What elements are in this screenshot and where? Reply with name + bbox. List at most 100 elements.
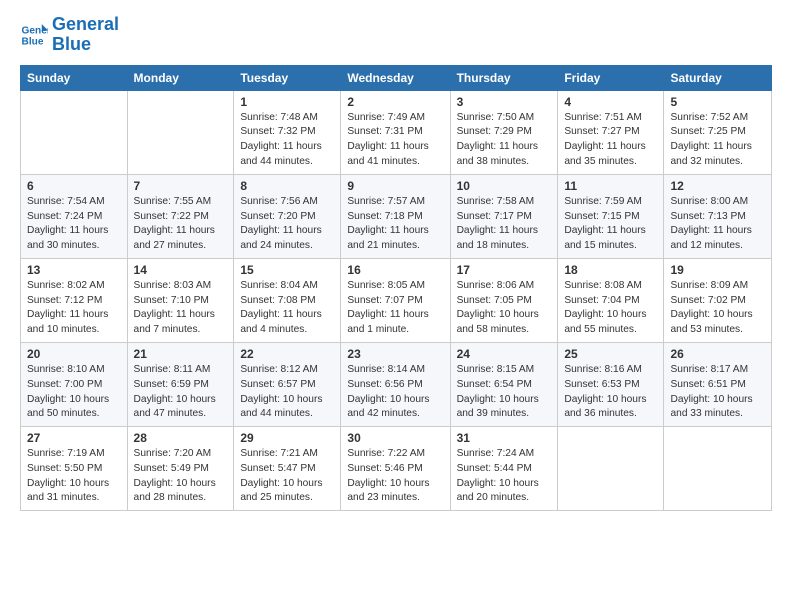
day-number: 9: [347, 179, 443, 193]
calendar-cell: 17 Sunrise: 8:06 AM Sunset: 7:05 PM Dayli…: [450, 258, 558, 342]
calendar-cell: 21 Sunrise: 8:11 AM Sunset: 6:59 PM Dayli…: [127, 342, 234, 426]
day-info: Sunrise: 7:21 AM Sunset: 5:47 PM Dayligh…: [240, 447, 334, 506]
day-info: Sunrise: 7:56 AM Sunset: 7:20 PM Dayligh…: [240, 195, 334, 254]
calendar-cell: 25 Sunrise: 8:16 AM Sunset: 6:53 PM Dayli…: [558, 342, 664, 426]
day-info: Sunrise: 8:16 AM Sunset: 6:53 PM Dayligh…: [564, 363, 657, 422]
day-info: Sunrise: 7:52 AM Sunset: 7:25 PM Dayligh…: [670, 111, 765, 170]
calendar-cell: 11Sunrise: 7:59 AM Sunset: 7:15 PM Dayli…: [558, 174, 664, 258]
calendar-cell: [21, 90, 128, 174]
col-header-thursday: Thursday: [450, 65, 558, 90]
day-number: 25: [564, 347, 657, 361]
day-info: Sunrise: 7:58 AM Sunset: 7:17 PM Dayligh…: [457, 195, 552, 254]
day-info: Sunrise: 7:20 AM Sunset: 5:49 PM Dayligh…: [134, 447, 228, 506]
logo-icon: General Blue: [20, 21, 48, 49]
logo: General Blue GeneralBlue: [20, 15, 119, 55]
week-row-3: 20 Sunrise: 8:10 AM Sunset: 7:00 PM Dayli…: [21, 342, 772, 426]
day-info: Sunrise: 7:57 AM Sunset: 7:18 PM Dayligh…: [347, 195, 443, 254]
calendar-cell: 12 Sunrise: 8:00 AM Sunset: 7:13 PM Dayli…: [664, 174, 772, 258]
day-number: 4: [564, 95, 657, 109]
day-number: 23: [347, 347, 443, 361]
col-header-sunday: Sunday: [21, 65, 128, 90]
day-number: 5: [670, 95, 765, 109]
calendar-cell: 13Sunrise: 8:02 AM Sunset: 7:12 PM Dayli…: [21, 258, 128, 342]
day-number: 14: [134, 263, 228, 277]
calendar-cell: 29 Sunrise: 7:21 AM Sunset: 5:47 PM Dayli…: [234, 427, 341, 511]
day-info: Sunrise: 7:55 AM Sunset: 7:22 PM Dayligh…: [134, 195, 228, 254]
day-number: 6: [27, 179, 121, 193]
day-info: Sunrise: 8:05 AM Sunset: 7:07 PM Dayligh…: [347, 279, 443, 338]
day-info: Sunrise: 7:54 AM Sunset: 7:24 PM Dayligh…: [27, 195, 121, 254]
calendar-cell: 30 Sunrise: 7:22 AM Sunset: 5:46 PM Dayli…: [341, 427, 450, 511]
calendar-cell: 9 Sunrise: 7:57 AM Sunset: 7:18 PM Daylig…: [341, 174, 450, 258]
calendar-cell: 8Sunrise: 7:56 AM Sunset: 7:20 PM Daylig…: [234, 174, 341, 258]
day-info: Sunrise: 8:09 AM Sunset: 7:02 PM Dayligh…: [670, 279, 765, 338]
calendar-cell: 10Sunrise: 7:58 AM Sunset: 7:17 PM Dayli…: [450, 174, 558, 258]
calendar-cell: 1 Sunrise: 7:48 AM Sunset: 7:32 PM Daylig…: [234, 90, 341, 174]
day-number: 27: [27, 431, 121, 445]
col-header-wednesday: Wednesday: [341, 65, 450, 90]
logo-text: GeneralBlue: [52, 15, 119, 55]
header: General Blue GeneralBlue: [20, 15, 772, 55]
day-number: 26: [670, 347, 765, 361]
day-info: Sunrise: 8:00 AM Sunset: 7:13 PM Dayligh…: [670, 195, 765, 254]
calendar-cell: [558, 427, 664, 511]
calendar-cell: 26 Sunrise: 8:17 AM Sunset: 6:51 PM Dayli…: [664, 342, 772, 426]
col-header-saturday: Saturday: [664, 65, 772, 90]
calendar-table: SundayMondayTuesdayWednesdayThursdayFrid…: [20, 65, 772, 512]
calendar-cell: 7Sunrise: 7:55 AM Sunset: 7:22 PM Daylig…: [127, 174, 234, 258]
calendar-cell: 19Sunrise: 8:09 AM Sunset: 7:02 PM Dayli…: [664, 258, 772, 342]
calendar-cell: 23 Sunrise: 8:14 AM Sunset: 6:56 PM Dayli…: [341, 342, 450, 426]
page: General Blue GeneralBlue SundayMondayTue…: [0, 0, 792, 612]
calendar-cell: 5 Sunrise: 7:52 AM Sunset: 7:25 PM Daylig…: [664, 90, 772, 174]
day-info: Sunrise: 8:15 AM Sunset: 6:54 PM Dayligh…: [457, 363, 552, 422]
calendar-cell: 16 Sunrise: 8:05 AM Sunset: 7:07 PM Dayli…: [341, 258, 450, 342]
calendar-cell: 2 Sunrise: 7:49 AM Sunset: 7:31 PM Daylig…: [341, 90, 450, 174]
col-header-monday: Monday: [127, 65, 234, 90]
day-info: Sunrise: 8:04 AM Sunset: 7:08 PM Dayligh…: [240, 279, 334, 338]
day-info: Sunrise: 7:48 AM Sunset: 7:32 PM Dayligh…: [240, 111, 334, 170]
col-header-friday: Friday: [558, 65, 664, 90]
day-info: Sunrise: 7:22 AM Sunset: 5:46 PM Dayligh…: [347, 447, 443, 506]
day-number: 28: [134, 431, 228, 445]
day-info: Sunrise: 8:06 AM Sunset: 7:05 PM Dayligh…: [457, 279, 552, 338]
svg-text:Blue: Blue: [22, 36, 44, 47]
day-number: 17: [457, 263, 552, 277]
day-info: Sunrise: 7:51 AM Sunset: 7:27 PM Dayligh…: [564, 111, 657, 170]
calendar-cell: 20 Sunrise: 8:10 AM Sunset: 7:00 PM Dayli…: [21, 342, 128, 426]
day-number: 3: [457, 95, 552, 109]
day-number: 30: [347, 431, 443, 445]
day-number: 2: [347, 95, 443, 109]
day-number: 21: [134, 347, 228, 361]
day-info: Sunrise: 8:11 AM Sunset: 6:59 PM Dayligh…: [134, 363, 228, 422]
week-row-1: 6 Sunrise: 7:54 AM Sunset: 7:24 PM Daylig…: [21, 174, 772, 258]
day-info: Sunrise: 8:03 AM Sunset: 7:10 PM Dayligh…: [134, 279, 228, 338]
week-row-0: 1 Sunrise: 7:48 AM Sunset: 7:32 PM Daylig…: [21, 90, 772, 174]
day-info: Sunrise: 8:14 AM Sunset: 6:56 PM Dayligh…: [347, 363, 443, 422]
day-number: 12: [670, 179, 765, 193]
calendar-cell: 14 Sunrise: 8:03 AM Sunset: 7:10 PM Dayli…: [127, 258, 234, 342]
day-number: 16: [347, 263, 443, 277]
calendar-cell: 18Sunrise: 8:08 AM Sunset: 7:04 PM Dayli…: [558, 258, 664, 342]
calendar-cell: 27Sunrise: 7:19 AM Sunset: 5:50 PM Dayli…: [21, 427, 128, 511]
calendar-cell: [127, 90, 234, 174]
calendar-cell: 22Sunrise: 8:12 AM Sunset: 6:57 PM Dayli…: [234, 342, 341, 426]
calendar-cell: 24 Sunrise: 8:15 AM Sunset: 6:54 PM Dayli…: [450, 342, 558, 426]
calendar-cell: 4 Sunrise: 7:51 AM Sunset: 7:27 PM Daylig…: [558, 90, 664, 174]
calendar-cell: 28 Sunrise: 7:20 AM Sunset: 5:49 PM Dayli…: [127, 427, 234, 511]
day-number: 24: [457, 347, 552, 361]
day-number: 1: [240, 95, 334, 109]
day-info: Sunrise: 8:12 AM Sunset: 6:57 PM Dayligh…: [240, 363, 334, 422]
day-number: 15: [240, 263, 334, 277]
calendar-cell: 31Sunrise: 7:24 AM Sunset: 5:44 PM Dayli…: [450, 427, 558, 511]
day-info: Sunrise: 8:17 AM Sunset: 6:51 PM Dayligh…: [670, 363, 765, 422]
day-number: 31: [457, 431, 552, 445]
day-info: Sunrise: 8:02 AM Sunset: 7:12 PM Dayligh…: [27, 279, 121, 338]
day-info: Sunrise: 7:49 AM Sunset: 7:31 PM Dayligh…: [347, 111, 443, 170]
day-number: 20: [27, 347, 121, 361]
day-info: Sunrise: 7:59 AM Sunset: 7:15 PM Dayligh…: [564, 195, 657, 254]
calendar-cell: 3 Sunrise: 7:50 AM Sunset: 7:29 PM Daylig…: [450, 90, 558, 174]
day-info: Sunrise: 7:50 AM Sunset: 7:29 PM Dayligh…: [457, 111, 552, 170]
day-info: Sunrise: 8:10 AM Sunset: 7:00 PM Dayligh…: [27, 363, 121, 422]
day-number: 29: [240, 431, 334, 445]
day-number: 18: [564, 263, 657, 277]
